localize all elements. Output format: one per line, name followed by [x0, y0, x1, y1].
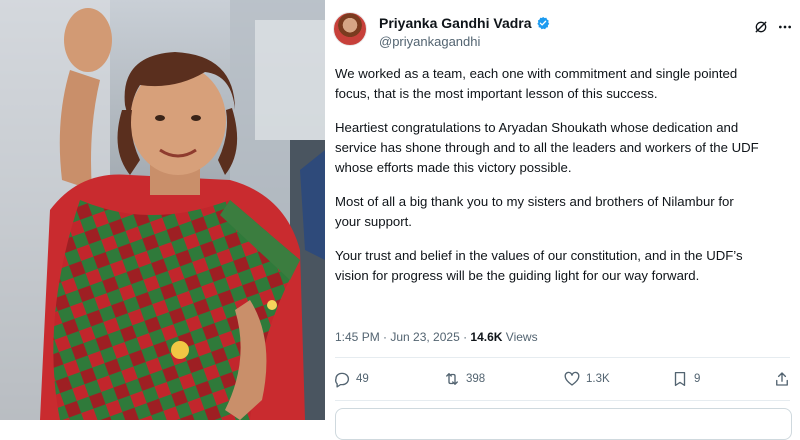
tweet-header: Priyanka Gandhi Vadra @priyankagandhi [333, 12, 793, 56]
bookmark-icon [674, 371, 686, 387]
views-label: Views [502, 330, 538, 344]
like-button[interactable]: 1.3K [563, 370, 610, 388]
avatar[interactable] [333, 12, 367, 46]
tweet-text: We worked as a team, each one with commi… [335, 64, 793, 300]
more-options-icon[interactable] [777, 19, 793, 35]
bookmark-button[interactable]: 9 [671, 370, 700, 388]
share-icon [776, 372, 788, 386]
tweet-paragraph: Most of all a big thank you to my sister… [335, 194, 734, 229]
author-name[interactable]: Priyanka Gandhi Vadra [379, 15, 532, 31]
like-count: 1.3K [586, 373, 610, 385]
photo [0, 0, 325, 420]
repost-count: 398 [466, 373, 486, 385]
waving-person-photo [0, 0, 325, 420]
timestamp[interactable]: 1:45 PM · Jun 23, 2025 · [335, 330, 470, 344]
tweet-card: Priyanka Gandhi Vadra @priyankagandhi We… [325, 0, 800, 440]
reply-input-box[interactable] [335, 408, 792, 440]
repost-icon [446, 373, 458, 385]
reply-count: 49 [356, 373, 369, 385]
tweet-paragraph: We worked as a team, each one with commi… [335, 66, 738, 101]
grok-icon[interactable] [753, 19, 769, 35]
divider [335, 357, 790, 358]
reply-button[interactable]: 49 [333, 370, 369, 388]
tweet-paragraph: Heartiest congratulations to Aryadan Sho… [335, 120, 759, 175]
share-button[interactable] [773, 370, 791, 388]
tweet-paragraph: Your trust and belief in the values of o… [335, 248, 743, 283]
bookmark-count: 9 [694, 373, 701, 385]
divider [335, 400, 790, 401]
repost-button[interactable]: 398 [443, 370, 485, 388]
author-handle[interactable]: @priyankagandhi [379, 34, 480, 49]
tweet-meta: 1:45 PM · Jun 23, 2025 · 14.6K Views [335, 330, 538, 344]
reply-icon [335, 372, 350, 388]
verified-badge-icon [536, 16, 549, 30]
action-bar: 49 398 1.3K 9 [333, 370, 793, 394]
views-count: 14.6K [470, 330, 503, 344]
heart-icon [564, 371, 580, 386]
author-name-row: Priyanka Gandhi Vadra [379, 15, 550, 31]
